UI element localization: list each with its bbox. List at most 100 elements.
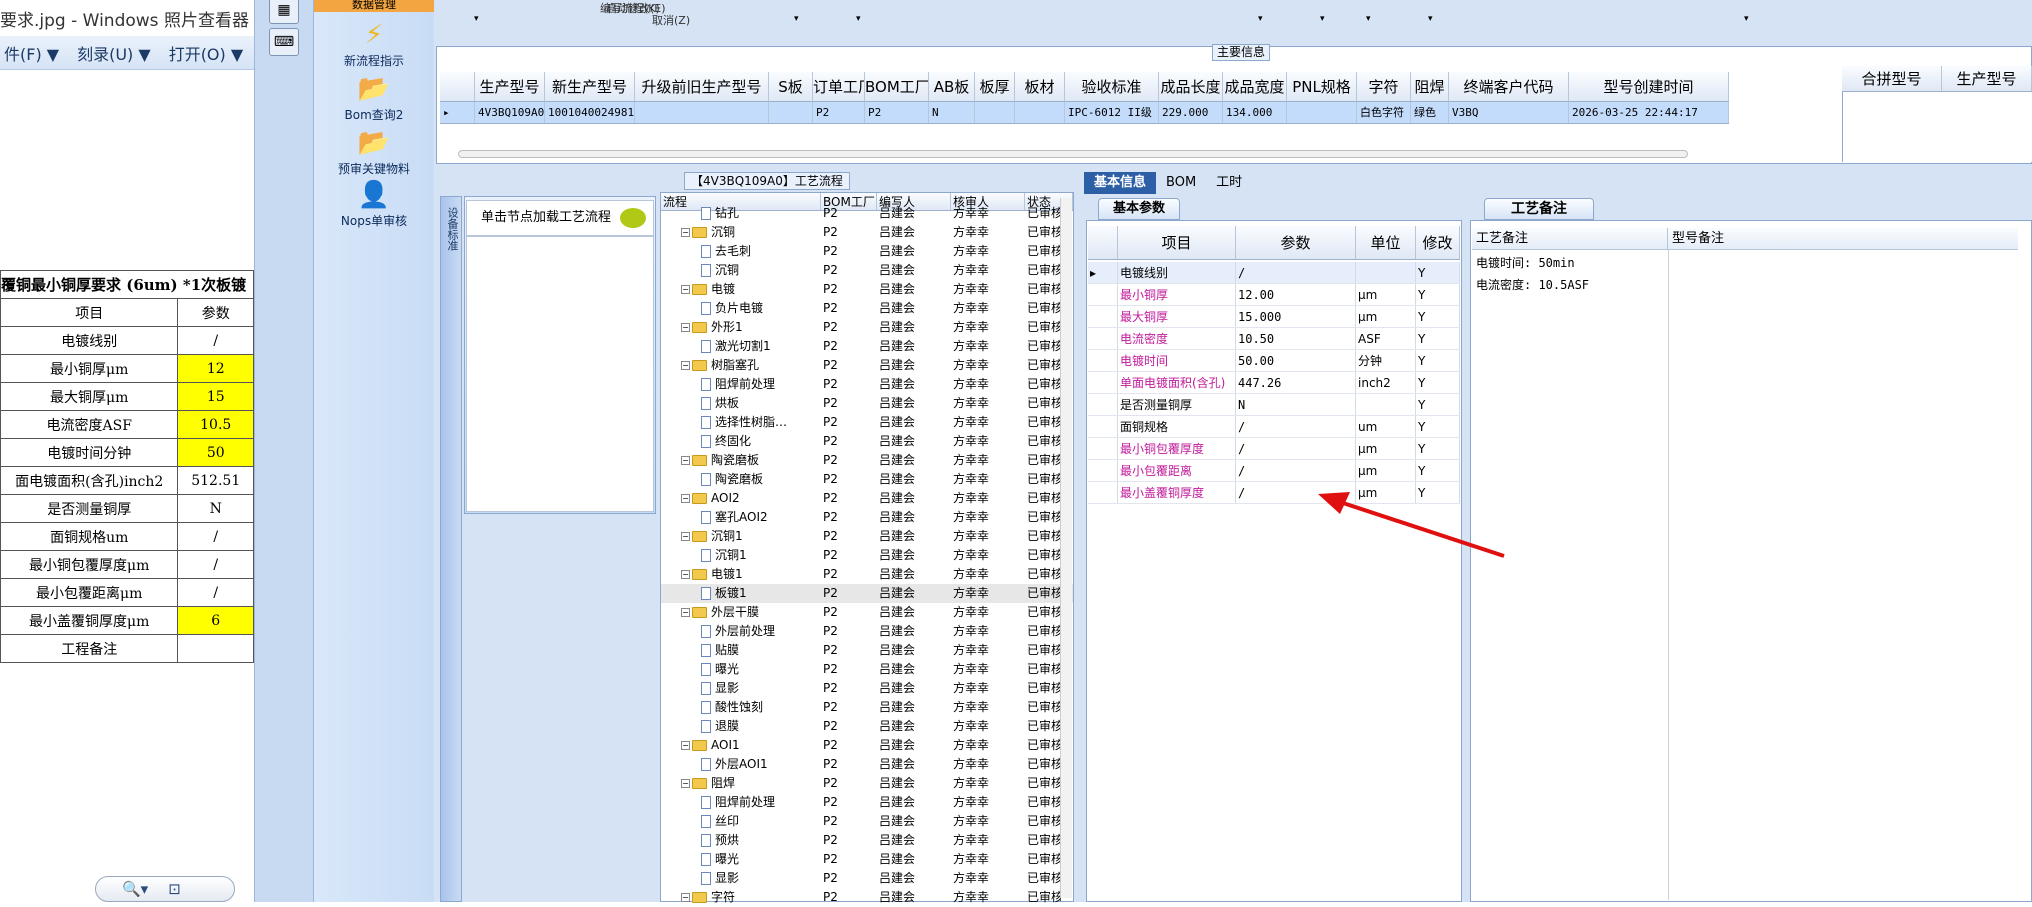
column-header[interactable]: 板厚 [975, 72, 1015, 101]
column-header[interactable]: 阻焊 [1411, 72, 1449, 101]
process-tree-row[interactable]: 陶瓷磨板 P2 吕建会 方幸幸 已审核 [661, 470, 1073, 489]
column-header[interactable]: 板材 [1015, 72, 1065, 101]
process-tree-row[interactable]: 阻焊前处理 P2 吕建会 方幸幸 已审核 [661, 375, 1073, 394]
row-indicator-icon[interactable]: ▸ [440, 102, 475, 123]
nav-bom-query[interactable]: 📂 Bom查询2 [314, 74, 434, 123]
param-row[interactable]: ▸ 电镀线别 / Y [1088, 262, 1460, 284]
process-tree-row[interactable]: − 沉铜1 P2 吕建会 方幸幸 已审核 [661, 527, 1073, 546]
process-tree-row[interactable]: 外层AOI1 P2 吕建会 方幸幸 已审核 [661, 755, 1073, 774]
param-row[interactable]: 最小包覆距离 / μm Y [1088, 460, 1460, 482]
process-tree-row[interactable]: − 外层干膜 P2 吕建会 方幸幸 已审核 [661, 603, 1073, 622]
process-tree-row[interactable]: 显影 P2 吕建会 方幸幸 已审核 [661, 869, 1073, 888]
column-header[interactable]: 终端客户代码 [1449, 72, 1569, 101]
tab-bom[interactable]: BOM [1156, 172, 1206, 194]
fit-icon[interactable]: ⊡ [168, 880, 181, 898]
process-tree-row[interactable]: 退膜 P2 吕建会 方幸幸 已审核 [661, 717, 1073, 736]
process-tree-row[interactable]: − 字符 P2 吕建会 方幸幸 已审核 [661, 888, 1073, 907]
column-header[interactable]: 升级前旧生产型号 [635, 72, 769, 101]
param-value[interactable]: N [1236, 394, 1356, 415]
column-header[interactable]: S板 [769, 72, 813, 101]
process-side-tab[interactable]: 设备标准 [440, 196, 462, 902]
process-tree-row[interactable]: 选择性树脂… P2 吕建会 方幸幸 已审核 [661, 413, 1073, 432]
dropdown-arrow-icon[interactable]: ▾ [1258, 14, 1263, 24]
column-header[interactable]: 字符 [1357, 72, 1411, 101]
cancel-button[interactable]: 取消(Z) [652, 12, 690, 28]
dropdown-arrow-icon[interactable]: ▾ [474, 14, 479, 24]
param-row[interactable]: 单面电镀面积(含孔) 447.26 inch2 Y [1088, 372, 1460, 394]
process-tree-row[interactable]: − AOI1 P2 吕建会 方幸幸 已审核 [661, 736, 1073, 755]
horizontal-scrollbar[interactable] [458, 150, 1688, 158]
process-tree-row[interactable]: − 电镀1 P2 吕建会 方幸幸 已审核 [661, 565, 1073, 584]
main-info-row[interactable]: ▸ 4V3BQ109A0 10010400249819 P2 P2 N IPC-6012 I… [440, 102, 1729, 124]
tab-basic-info[interactable]: 基本信息 [1084, 172, 1157, 194]
nav-new-flow[interactable]: ⚡ 新流程指示 [314, 20, 434, 69]
process-tree-row[interactable]: 去毛刺 P2 吕建会 方幸幸 已审核 [661, 242, 1073, 261]
process-tree-row[interactable]: 沉铜1 P2 吕建会 方幸幸 已审核 [661, 546, 1073, 565]
chat-bubble-icon[interactable] [620, 208, 646, 228]
process-tree-row[interactable]: − 树脂塞孔 P2 吕建会 方幸幸 已审核 [661, 356, 1073, 375]
process-tree-row[interactable]: − 陶瓷磨板 P2 吕建会 方幸幸 已审核 [661, 451, 1073, 470]
expand-toggle-icon[interactable]: − [681, 323, 690, 332]
process-remarks-text[interactable]: 电镀时间: 50min 电流密度: 10.5ASF [1472, 252, 1668, 296]
param-value[interactable]: / [1236, 438, 1356, 459]
process-tree-row[interactable]: 沉铜 P2 吕建会 方幸幸 已审核 [661, 261, 1073, 280]
column-header[interactable]: 成品长度 [1159, 72, 1223, 101]
expand-toggle-icon[interactable]: − [681, 570, 690, 579]
column-header[interactable]: AB板 [929, 72, 975, 101]
dropdown-arrow-icon[interactable]: ▾ [1428, 14, 1433, 24]
param-row[interactable]: 电镀时间 50.00 分钟 Y [1088, 350, 1460, 372]
process-tree-row[interactable]: 酸性蚀刻 P2 吕建会 方幸幸 已审核 [661, 698, 1073, 717]
dropdown-arrow-icon[interactable]: ▾ [1744, 14, 1749, 24]
dropdown-arrow-icon[interactable]: ▾ [794, 14, 799, 24]
param-value[interactable]: / [1236, 416, 1356, 437]
column-header[interactable]: 项目 [1118, 226, 1236, 259]
nav-preaudit[interactable]: 📂 预审关键物料 [314, 128, 434, 177]
param-value[interactable]: 50.00 [1236, 350, 1356, 371]
column-header[interactable]: 成品宽度 [1223, 72, 1287, 101]
process-tree-row[interactable]: 负片电镀 P2 吕建会 方幸幸 已审核 [661, 299, 1073, 318]
process-tree-row[interactable]: 预烘 P2 吕建会 方幸幸 已审核 [661, 831, 1073, 850]
expand-toggle-icon[interactable]: − [681, 893, 690, 902]
param-value[interactable]: / [1236, 262, 1356, 283]
expand-toggle-icon[interactable]: − [681, 532, 690, 541]
process-tree-row[interactable]: 显影 P2 吕建会 方幸幸 已审核 [661, 679, 1073, 698]
column-header[interactable]: 新生产型号 [545, 72, 635, 101]
param-row[interactable]: 电流密度 10.50 ASF Y [1088, 328, 1460, 350]
column-header[interactable]: 验收标准 [1065, 72, 1159, 101]
param-row[interactable]: 最小铜包覆厚度 / μm Y [1088, 438, 1460, 460]
vertical-scrollbar[interactable] [1060, 198, 1072, 898]
expand-toggle-icon[interactable]: − [681, 608, 690, 617]
expand-toggle-icon[interactable]: − [681, 494, 690, 503]
dropdown-arrow-icon[interactable]: ▾ [1320, 14, 1325, 24]
process-tree-row[interactable]: − 阻焊 P2 吕建会 方幸幸 已审核 [661, 774, 1073, 793]
param-row[interactable]: 最小盖覆铜厚度 / μm Y [1088, 482, 1460, 504]
column-header[interactable]: 生产型号 [475, 72, 545, 101]
process-tree-row[interactable]: 板镀1 P2 吕建会 方幸幸 已审核 [661, 584, 1073, 603]
expand-toggle-icon[interactable]: − [681, 456, 690, 465]
nav-top-label[interactable]: 数据管理 [314, 0, 434, 12]
menu-file[interactable]: 件(F) ▼ [4, 41, 59, 65]
tab-hours[interactable]: 工时 [1206, 172, 1252, 194]
tab-basic-params[interactable]: 基本参数 [1098, 198, 1181, 220]
process-tree-row[interactable]: 烘板 P2 吕建会 方幸幸 已审核 [661, 394, 1073, 413]
expand-toggle-icon[interactable]: − [681, 361, 690, 370]
process-tree-row[interactable]: − 沉铜 P2 吕建会 方幸幸 已审核 [661, 223, 1073, 242]
param-row[interactable]: 最小铜厚 12.00 μm Y [1088, 284, 1460, 306]
param-value[interactable]: 15.000 [1236, 306, 1356, 327]
expand-toggle-icon[interactable]: − [681, 779, 690, 788]
process-tree-row[interactable]: − 电镀 P2 吕建会 方幸幸 已审核 [661, 280, 1073, 299]
param-row[interactable]: 面铜规格 / um Y [1088, 416, 1460, 438]
process-tree-row[interactable]: 终固化 P2 吕建会 方幸幸 已审核 [661, 432, 1073, 451]
column-header[interactable]: 生产型号 [1942, 66, 2032, 91]
dropdown-arrow-icon[interactable]: ▾ [856, 14, 861, 24]
process-tree-row[interactable]: 贴膜 P2 吕建会 方幸幸 已审核 [661, 641, 1073, 660]
column-header[interactable]: BOM工厂 [865, 72, 929, 101]
expand-toggle-icon[interactable]: − [681, 285, 690, 294]
param-value[interactable]: / [1236, 460, 1356, 481]
param-value[interactable]: 12.00 [1236, 284, 1356, 305]
param-row[interactable]: 最大铜厚 15.000 μm Y [1088, 306, 1460, 328]
zoom-icon[interactable]: 🔍▾ [122, 880, 148, 898]
process-tree-row[interactable]: 外层前处理 P2 吕建会 方幸幸 已审核 [661, 622, 1073, 641]
process-tree-row[interactable]: 钻孔 P2 吕建会 方幸幸 已审核 [661, 204, 1073, 223]
process-tree-row[interactable]: 丝印 P2 吕建会 方幸幸 已审核 [661, 812, 1073, 831]
